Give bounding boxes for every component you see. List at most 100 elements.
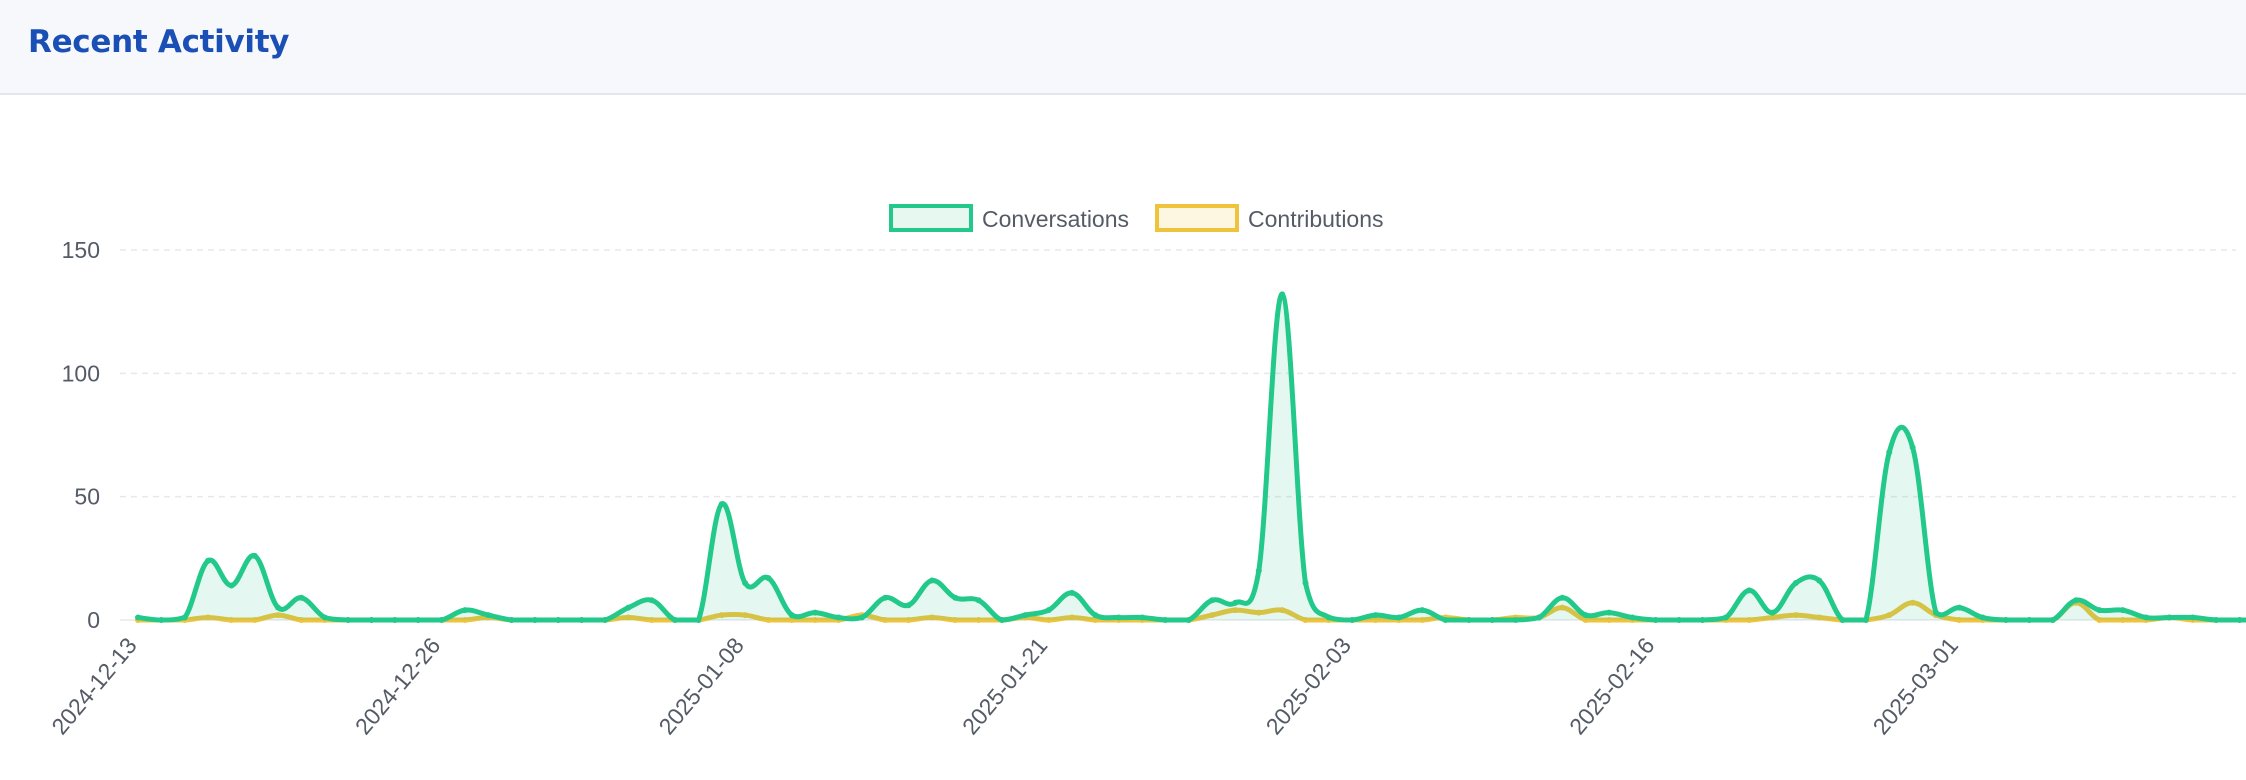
data-point-conversations[interactable] bbox=[2236, 617, 2243, 623]
data-point-conversations[interactable] bbox=[321, 614, 328, 621]
data-point-conversations[interactable] bbox=[1676, 617, 1683, 623]
data-point-conversations[interactable] bbox=[228, 582, 235, 589]
data-point-conversations[interactable] bbox=[2049, 617, 2056, 623]
data-point-conversations[interactable] bbox=[485, 612, 492, 619]
data-point-conversations[interactable] bbox=[672, 617, 679, 623]
data-point-conversations[interactable] bbox=[135, 614, 141, 621]
data-point-conversations[interactable] bbox=[1582, 612, 1589, 619]
data-point-conversations[interactable] bbox=[531, 617, 538, 623]
data-point-conversations[interactable] bbox=[1722, 614, 1729, 621]
data-point-conversations[interactable] bbox=[812, 609, 819, 616]
data-point-conversations[interactable] bbox=[1979, 614, 1986, 621]
data-point-conversations[interactable] bbox=[1769, 609, 1776, 616]
data-point-conversations[interactable] bbox=[1699, 617, 1706, 623]
data-point-conversations[interactable] bbox=[1512, 617, 1519, 623]
data-point-conversations[interactable] bbox=[975, 597, 982, 604]
data-point-conversations[interactable] bbox=[765, 575, 772, 582]
data-point-conversations[interactable] bbox=[438, 617, 445, 623]
data-point-conversations[interactable] bbox=[1606, 609, 1613, 616]
data-point-conversations[interactable] bbox=[2213, 617, 2220, 623]
data-point-conversations[interactable] bbox=[905, 602, 912, 609]
data-point-conversations[interactable] bbox=[1792, 580, 1799, 586]
x-tick-label: 2025-01-08 bbox=[653, 633, 749, 740]
series-line-conversations[interactable] bbox=[137, 291, 2246, 623]
data-point-conversations[interactable] bbox=[952, 594, 959, 601]
data-point-conversations[interactable] bbox=[2096, 607, 2103, 614]
data-point-conversations[interactable] bbox=[1909, 444, 1916, 451]
data-point-conversations[interactable] bbox=[205, 557, 212, 564]
data-point-conversations[interactable] bbox=[1279, 291, 1286, 298]
data-point-conversations[interactable] bbox=[1489, 617, 1496, 623]
legend-label-contributions[interactable]: Contributions bbox=[1248, 206, 1384, 232]
data-point-conversations[interactable] bbox=[648, 597, 655, 604]
data-point-conversations[interactable] bbox=[1395, 614, 1402, 621]
data-point-conversations[interactable] bbox=[2003, 617, 2009, 623]
data-point-conversations[interactable] bbox=[2189, 614, 2196, 621]
data-point-conversations[interactable] bbox=[1349, 617, 1356, 623]
x-tick-label: 2025-02-03 bbox=[1260, 633, 1356, 740]
data-point-conversations[interactable] bbox=[1092, 612, 1099, 619]
data-point-conversations[interactable] bbox=[1209, 597, 1216, 604]
x-tick: 2025-03-01 bbox=[1868, 633, 1964, 740]
data-point-conversations[interactable] bbox=[1372, 612, 1379, 619]
data-point-conversations[interactable] bbox=[1816, 577, 1823, 584]
data-point-conversations[interactable] bbox=[1045, 607, 1052, 614]
data-point-conversations[interactable] bbox=[1559, 594, 1566, 601]
data-point-conversations[interactable] bbox=[1629, 614, 1636, 621]
data-point-conversations[interactable] bbox=[1325, 614, 1332, 621]
legend-swatch-contributions[interactable] bbox=[1155, 204, 1239, 232]
data-point-conversations[interactable] bbox=[1956, 604, 1963, 611]
data-point-conversations[interactable] bbox=[1419, 607, 1426, 614]
data-point-conversations[interactable] bbox=[508, 617, 515, 623]
data-point-conversations[interactable] bbox=[2073, 597, 2080, 604]
data-point-conversations[interactable] bbox=[1255, 567, 1262, 574]
data-point-conversations[interactable] bbox=[251, 552, 258, 559]
data-point-conversations[interactable] bbox=[625, 604, 632, 611]
data-point-conversations[interactable] bbox=[368, 617, 375, 623]
data-point-conversations[interactable] bbox=[788, 612, 795, 619]
data-point-conversations[interactable] bbox=[1442, 617, 1449, 623]
data-point-conversations[interactable] bbox=[858, 614, 865, 621]
x-tick: 2025-02-03 bbox=[1260, 633, 1356, 740]
data-point-conversations[interactable] bbox=[998, 617, 1005, 623]
legend-swatch-conversations[interactable] bbox=[889, 204, 973, 232]
data-point-conversations[interactable] bbox=[2143, 614, 2150, 621]
data-point-conversations[interactable] bbox=[835, 614, 842, 621]
data-point-conversations[interactable] bbox=[298, 594, 305, 601]
data-point-conversations[interactable] bbox=[415, 617, 422, 623]
data-point-conversations[interactable] bbox=[742, 580, 749, 586]
data-point-conversations[interactable] bbox=[1862, 617, 1869, 623]
data-point-conversations[interactable] bbox=[718, 501, 725, 508]
data-point-conversations[interactable] bbox=[158, 617, 165, 623]
data-point-conversations[interactable] bbox=[1536, 614, 1542, 621]
data-point-conversations[interactable] bbox=[1069, 589, 1075, 596]
legend-label-conversations[interactable]: Conversations bbox=[982, 206, 1129, 232]
data-point-conversations[interactable] bbox=[1302, 580, 1309, 586]
data-point-conversations[interactable] bbox=[2119, 607, 2126, 614]
data-point-conversations[interactable] bbox=[1162, 617, 1169, 623]
data-point-conversations[interactable] bbox=[1232, 599, 1239, 606]
data-point-conversations[interactable] bbox=[555, 617, 562, 623]
data-point-conversations[interactable] bbox=[1465, 617, 1472, 623]
data-point-conversations[interactable] bbox=[578, 617, 585, 623]
data-point-conversations[interactable] bbox=[1022, 612, 1029, 619]
data-point-conversations[interactable] bbox=[1115, 614, 1122, 621]
data-point-conversations[interactable] bbox=[1839, 617, 1846, 623]
data-point-conversations[interactable] bbox=[1886, 449, 1893, 456]
data-point-conversations[interactable] bbox=[391, 617, 398, 623]
data-point-conversations[interactable] bbox=[345, 617, 352, 623]
data-point-conversations[interactable] bbox=[275, 604, 282, 611]
data-point-conversations[interactable] bbox=[181, 614, 188, 621]
data-point-conversations[interactable] bbox=[602, 617, 608, 623]
data-point-conversations[interactable] bbox=[461, 607, 468, 614]
data-point-conversations[interactable] bbox=[1139, 614, 1146, 621]
data-point-conversations[interactable] bbox=[1932, 609, 1939, 616]
data-point-conversations[interactable] bbox=[1746, 587, 1753, 594]
data-point-conversations[interactable] bbox=[695, 617, 702, 623]
data-point-conversations[interactable] bbox=[928, 577, 935, 584]
data-point-conversations[interactable] bbox=[882, 594, 889, 601]
data-point-conversations[interactable] bbox=[1652, 617, 1659, 623]
data-point-conversations[interactable] bbox=[2026, 617, 2033, 623]
data-point-conversations[interactable] bbox=[2166, 614, 2173, 621]
data-point-conversations[interactable] bbox=[1185, 617, 1192, 623]
